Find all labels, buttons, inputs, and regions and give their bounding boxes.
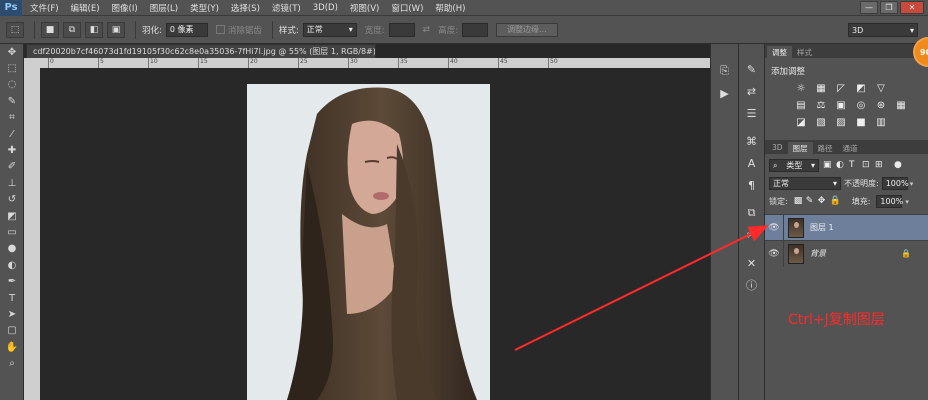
- annotation-arrow: [514, 225, 769, 351]
- annotation-label: Ctrl+J复制图层: [788, 312, 885, 328]
